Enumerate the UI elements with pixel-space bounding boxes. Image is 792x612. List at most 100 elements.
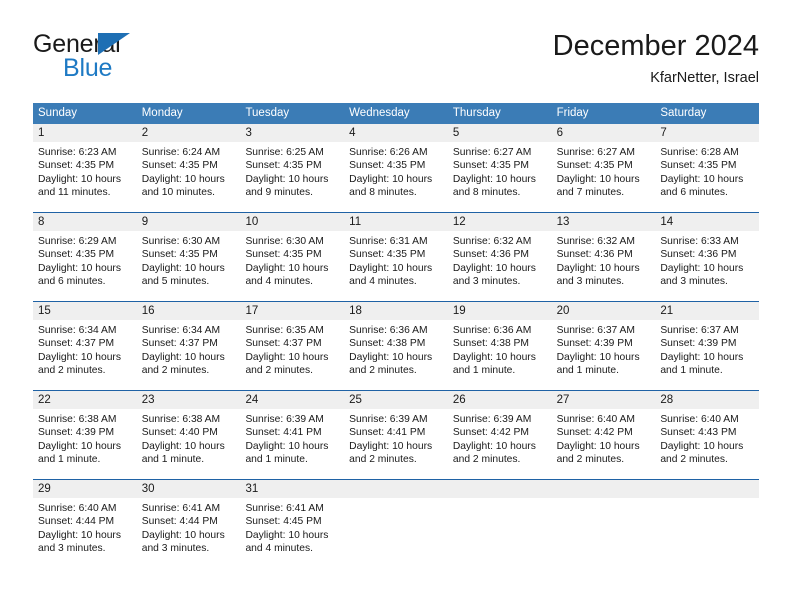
daylight-line-1: Daylight: 10 hours [556,173,640,185]
day-cell[interactable]: 27 Sunrise: 6:40 AM Sunset: 4:42 PM Dayl… [551,391,656,473]
day-cell[interactable]: 16 Sunrise: 6:34 AM Sunset: 4:37 PM Dayl… [136,302,241,384]
day-cell[interactable]: 5 Sunrise: 6:27 AM Sunset: 4:35 PM Dayli… [447,124,552,206]
sunrise-line: Sunrise: 6:27 AM [556,147,636,158]
daylight-line-1: Daylight: 10 hours [660,173,744,185]
day-cell[interactable]: 12 Sunrise: 6:32 AM Sunset: 4:36 PM Dayl… [447,213,552,295]
sunset-line: Sunset: 4:39 PM [38,427,115,439]
day-cell[interactable]: 8 Sunrise: 6:29 AM Sunset: 4:35 PM Dayli… [33,213,137,295]
sunset-line: Sunset: 4:45 PM [245,516,322,528]
sunset-line: Sunset: 4:35 PM [38,249,115,261]
daylight-line-1: Daylight: 10 hours [245,440,329,452]
sunset-line: Sunset: 4:36 PM [556,249,633,261]
sunrise-line: Sunrise: 6:35 AM [245,325,324,336]
day-cell-empty [447,480,552,562]
daylight-line-2: and 6 minutes. [38,276,106,288]
day-number: 5 [447,124,552,142]
day-cell[interactable]: 3 Sunrise: 6:25 AM Sunset: 4:35 PM Dayli… [240,124,345,206]
daylight-line-1: Daylight: 10 hours [141,529,225,541]
sunset-line: Sunset: 4:42 PM [556,427,633,439]
blue-triangle-flag-icon [98,33,130,55]
day-number [447,480,552,498]
sunset-line: Sunset: 4:38 PM [452,338,530,350]
day-cell[interactable]: 19 Sunrise: 6:36 AM Sunset: 4:38 PM Dayl… [447,302,552,384]
day-cell[interactable]: 7 Sunrise: 6:28 AM Sunset: 4:35 PM Dayli… [655,124,760,206]
general-blue-logo[interactable]: General Blue [33,30,243,90]
sunrise-line: Sunrise: 6:23 AM [38,147,117,158]
sunrise-line: Sunrise: 6:34 AM [38,325,117,336]
daylight-line-1: Daylight: 10 hours [141,440,225,452]
sunset-line: Sunset: 4:35 PM [349,249,426,261]
week-row: 15 Sunrise: 6:34 AM Sunset: 4:37 PM Dayl… [33,301,760,384]
day-cell[interactable]: 13 Sunrise: 6:32 AM Sunset: 4:36 PM Dayl… [551,213,656,295]
day-cell[interactable]: 21 Sunrise: 6:37 AM Sunset: 4:39 PM Dayl… [655,302,760,384]
daylight-line-2: and 2 minutes. [349,454,417,466]
day-cell-empty [655,480,760,562]
day-cell[interactable]: 29 Sunrise: 6:40 AM Sunset: 4:44 PM Dayl… [33,480,137,562]
day-cell[interactable]: 31 Sunrise: 6:41 AM Sunset: 4:45 PM Dayl… [240,480,345,562]
sunset-line: Sunset: 4:35 PM [141,160,218,172]
daylight-line-1: Daylight: 10 hours [38,440,121,452]
weekday-header-tuesday: Tuesday [245,107,290,119]
title-block: December 2024 KfarNetter, Israel [553,26,759,88]
day-cell[interactable]: 22 Sunrise: 6:38 AM Sunset: 4:39 PM Dayl… [33,391,137,473]
daylight-line-2: and 1 minute. [38,454,101,466]
daylight-line-2: and 9 minutes. [245,187,313,199]
daylight-line-2: and 3 minutes. [38,543,106,555]
sunset-line: Sunset: 4:35 PM [141,249,218,261]
day-cell[interactable]: 24 Sunrise: 6:39 AM Sunset: 4:41 PM Dayl… [240,391,345,473]
sunrise-line: Sunrise: 6:34 AM [141,325,221,336]
daylight-line-2: and 1 minute. [141,454,205,466]
day-cell[interactable]: 23 Sunrise: 6:38 AM Sunset: 4:40 PM Dayl… [136,391,241,473]
day-details: Sunrise: 6:30 AM Sunset: 4:35 PM Dayligh… [240,231,344,295]
sunrise-line: Sunrise: 6:33 AM [660,236,739,247]
daylight-line-2: and 4 minutes. [349,276,417,288]
day-cell[interactable]: 30 Sunrise: 6:41 AM Sunset: 4:44 PM Dayl… [136,480,241,562]
day-cell[interactable]: 18 Sunrise: 6:36 AM Sunset: 4:38 PM Dayl… [344,302,448,384]
sunset-line: Sunset: 4:35 PM [349,160,426,172]
masthead: General Blue December 2024 KfarNetter, I… [33,30,759,96]
day-cell[interactable]: 11 Sunrise: 6:31 AM Sunset: 4:35 PM Dayl… [344,213,448,295]
sunrise-line: Sunrise: 6:30 AM [141,236,221,247]
sunset-line: Sunset: 4:44 PM [141,516,218,528]
day-number: 26 [447,391,552,409]
day-cell[interactable]: 1 Sunrise: 6:23 AM Sunset: 4:35 PM Dayli… [33,124,137,206]
sunrise-line: Sunrise: 6:40 AM [556,414,636,425]
day-details: Sunrise: 6:33 AM Sunset: 4:36 PM Dayligh… [655,231,759,295]
sunset-line: Sunset: 4:35 PM [660,160,737,172]
daylight-line-1: Daylight: 10 hours [452,173,536,185]
sunset-line: Sunset: 4:36 PM [452,249,530,261]
day-details: Sunrise: 6:25 AM Sunset: 4:35 PM Dayligh… [240,142,344,206]
location-subtitle: KfarNetter, Israel [650,70,759,86]
day-cell[interactable]: 26 Sunrise: 6:39 AM Sunset: 4:42 PM Dayl… [447,391,552,473]
day-number: 13 [551,213,656,231]
day-cell[interactable]: 20 Sunrise: 6:37 AM Sunset: 4:39 PM Dayl… [551,302,656,384]
day-cell[interactable]: 28 Sunrise: 6:40 AM Sunset: 4:43 PM Dayl… [655,391,760,473]
day-cell[interactable]: 4 Sunrise: 6:26 AM Sunset: 4:35 PM Dayli… [344,124,448,206]
sunset-line: Sunset: 4:43 PM [660,427,737,439]
day-details: Sunrise: 6:34 AM Sunset: 4:37 PM Dayligh… [137,320,241,384]
day-number: 16 [136,302,241,320]
daylight-line-2: and 1 minute. [245,454,308,466]
weekday-header-friday: Friday [556,107,589,119]
day-cell[interactable]: 15 Sunrise: 6:34 AM Sunset: 4:37 PM Dayl… [33,302,137,384]
day-details [344,498,448,562]
day-cell[interactable]: 9 Sunrise: 6:30 AM Sunset: 4:35 PM Dayli… [136,213,241,295]
sunrise-line: Sunrise: 6:38 AM [141,414,221,425]
day-number: 19 [447,302,552,320]
day-cell[interactable]: 14 Sunrise: 6:33 AM Sunset: 4:36 PM Dayl… [655,213,760,295]
day-number: 3 [240,124,345,142]
day-cell[interactable]: 2 Sunrise: 6:24 AM Sunset: 4:35 PM Dayli… [136,124,241,206]
day-details [448,498,552,562]
daylight-line-1: Daylight: 10 hours [556,440,640,452]
day-number: 14 [655,213,760,231]
sunset-line: Sunset: 4:35 PM [556,160,633,172]
day-number: 29 [33,480,137,498]
day-cell[interactable]: 25 Sunrise: 6:39 AM Sunset: 4:41 PM Dayl… [344,391,448,473]
day-details: Sunrise: 6:36 AM Sunset: 4:38 PM Dayligh… [344,320,448,384]
day-number: 18 [344,302,448,320]
day-cell[interactable]: 6 Sunrise: 6:27 AM Sunset: 4:35 PM Dayli… [551,124,656,206]
day-details: Sunrise: 6:38 AM Sunset: 4:39 PM Dayligh… [33,409,137,473]
day-cell[interactable]: 10 Sunrise: 6:30 AM Sunset: 4:35 PM Dayl… [240,213,345,295]
day-cell-empty [344,480,448,562]
day-cell[interactable]: 17 Sunrise: 6:35 AM Sunset: 4:37 PM Dayl… [240,302,345,384]
